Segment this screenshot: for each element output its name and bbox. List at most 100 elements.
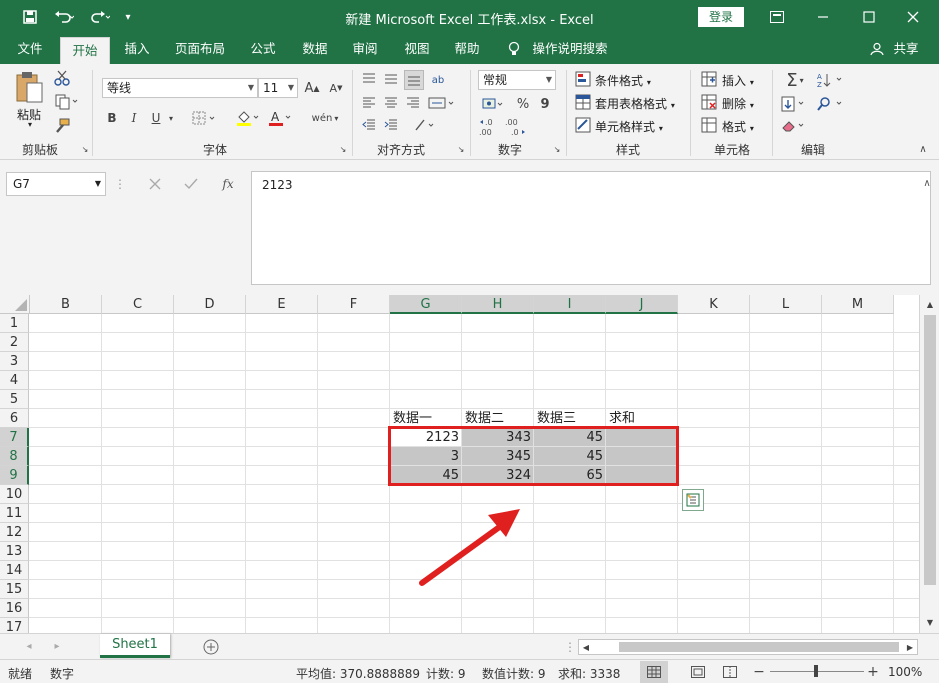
underline-button[interactable]: U xyxy=(148,108,164,128)
column-header-h[interactable]: H xyxy=(462,295,534,314)
percent-button[interactable]: % xyxy=(514,94,532,114)
column-header-b[interactable]: B xyxy=(30,295,102,314)
font-launcher-icon[interactable]: ↘ xyxy=(338,144,348,154)
format-cells-icon[interactable] xyxy=(700,116,718,134)
increase-indent-icon[interactable] xyxy=(382,116,400,134)
fill-icon[interactable] xyxy=(780,94,810,114)
cell-styles-button[interactable]: 单元格样式 ▾ xyxy=(595,118,663,135)
text-direction-icon[interactable] xyxy=(412,116,440,134)
font-color-icon[interactable]: A xyxy=(266,108,296,128)
page-break-view-icon[interactable] xyxy=(716,661,744,683)
horizontal-scrollbar[interactable]: ◀ ▶ xyxy=(578,639,918,655)
align-bottom-icon[interactable] xyxy=(404,70,424,90)
insert-function-button[interactable]: fx xyxy=(216,174,240,194)
copy-icon[interactable] xyxy=(52,92,82,112)
borders-icon[interactable] xyxy=(190,108,220,128)
row-header-10[interactable]: 10 xyxy=(0,485,29,504)
formula-input[interactable]: 2123 xyxy=(251,171,931,285)
add-sheet-icon[interactable] xyxy=(202,638,220,656)
vertical-scrollbar[interactable]: ▲ ▼ xyxy=(919,295,939,633)
italic-button[interactable]: I xyxy=(126,108,142,128)
tab-file[interactable]: 文件 xyxy=(6,34,54,64)
alignment-launcher-icon[interactable]: ↘ xyxy=(456,144,466,154)
row-header-5[interactable]: 5 xyxy=(0,390,29,409)
scroll-right-icon[interactable]: ▶ xyxy=(905,642,915,652)
row-header-9[interactable]: 9 xyxy=(0,466,29,485)
number-launcher-icon[interactable]: ↘ xyxy=(552,144,562,154)
decrease-indent-icon[interactable] xyxy=(360,116,378,134)
autosum-icon[interactable]: Σ ▾ xyxy=(780,70,810,91)
row-header-15[interactable]: 15 xyxy=(0,580,29,599)
font-name-combo[interactable]: 等线 ▼ xyxy=(102,78,258,98)
column-header-g[interactable]: G xyxy=(390,295,462,314)
customize-toolbar-icon[interactable]: ▾ xyxy=(120,7,136,27)
tab-view[interactable]: 视图 xyxy=(394,34,440,64)
tab-data[interactable]: 数据 xyxy=(292,34,338,64)
column-header-k[interactable]: K xyxy=(678,295,750,314)
vertical-scroll-thumb[interactable] xyxy=(924,315,936,585)
page-layout-view-icon[interactable] xyxy=(684,661,712,683)
row-header-2[interactable]: 2 xyxy=(0,333,29,352)
insert-cells-icon[interactable] xyxy=(700,70,718,88)
column-header-l[interactable]: L xyxy=(750,295,822,314)
row-header-1[interactable]: 1 xyxy=(0,314,29,333)
tab-help[interactable]: 帮助 xyxy=(444,34,490,64)
undo-icon[interactable] xyxy=(50,7,78,27)
sort-filter-icon[interactable]: AZ xyxy=(816,70,846,90)
align-top-icon[interactable] xyxy=(360,70,378,88)
accounting-format-icon[interactable] xyxy=(480,94,508,114)
tab-insert[interactable]: 插入 xyxy=(114,34,160,64)
save-icon[interactable] xyxy=(20,7,40,27)
login-button[interactable]: 登录 xyxy=(698,7,744,27)
row-header-12[interactable]: 12 xyxy=(0,523,29,542)
decrease-decimal-icon[interactable]: .00.0 xyxy=(504,116,528,138)
column-header-e[interactable]: E xyxy=(246,295,318,314)
sheet-tab-sheet1[interactable]: Sheet1 xyxy=(100,634,170,658)
font-size-combo[interactable]: 11 ▼ xyxy=(258,78,298,98)
horizontal-scroll-thumb[interactable] xyxy=(619,642,899,652)
format-painter-icon[interactable] xyxy=(52,116,72,136)
find-select-icon[interactable] xyxy=(816,94,846,114)
merge-center-icon[interactable] xyxy=(426,94,458,112)
align-left-icon[interactable] xyxy=(360,94,378,112)
format-cells-button[interactable]: 格式 ▾ xyxy=(722,118,754,135)
tab-review[interactable]: 审阅 xyxy=(342,34,388,64)
column-header-f[interactable]: F xyxy=(318,295,390,314)
row-header-3[interactable]: 3 xyxy=(0,352,29,371)
insert-cells-button[interactable]: 插入 ▾ xyxy=(722,72,754,89)
conditional-format-icon[interactable] xyxy=(574,70,592,88)
tab-formulas[interactable]: 公式 xyxy=(240,34,286,64)
cell-styles-icon[interactable] xyxy=(574,116,592,134)
scroll-up-icon[interactable]: ▲ xyxy=(924,299,936,309)
minimize-icon[interactable] xyxy=(806,5,840,29)
phonetic-icon[interactable]: wén ▾ xyxy=(310,106,340,130)
delete-cells-button[interactable]: 删除 ▾ xyxy=(722,95,754,112)
align-right-icon[interactable] xyxy=(404,94,422,112)
column-header-m[interactable]: M xyxy=(822,295,894,314)
tab-page-layout[interactable]: 页面布局 xyxy=(168,34,232,64)
increase-decimal-icon[interactable]: .0.00 xyxy=(478,116,502,138)
redo-icon[interactable] xyxy=(86,7,114,27)
tab-home[interactable]: 开始 xyxy=(60,37,110,64)
collapse-ribbon-icon[interactable]: ∧ xyxy=(916,142,930,156)
zoom-in-icon[interactable]: + xyxy=(866,664,880,680)
quick-analysis-icon[interactable] xyxy=(682,489,704,511)
cut-icon[interactable] xyxy=(52,68,72,88)
next-sheet-icon[interactable]: ▸ xyxy=(50,639,64,653)
paste-dropdown-icon[interactable]: ▾ xyxy=(28,120,32,129)
status-sum[interactable]: 求和: 3338 xyxy=(558,665,620,682)
row-header-14[interactable]: 14 xyxy=(0,561,29,580)
name-box[interactable]: G7 ▼ xyxy=(6,172,106,196)
shrink-font-icon[interactable]: A ▼ xyxy=(326,78,346,98)
column-header-c[interactable]: C xyxy=(102,295,174,314)
clipboard-launcher-icon[interactable]: ↘ xyxy=(80,144,90,154)
normal-view-icon[interactable] xyxy=(640,661,668,683)
status-numeric-count[interactable]: 数值计数: 9 xyxy=(482,665,546,682)
zoom-level[interactable]: 100% xyxy=(888,665,922,679)
row-header-7[interactable]: 7 xyxy=(0,428,29,447)
worksheet-grid[interactable]: B C D E F G H I J K L M 1 2 3 4 5 6 7 8 9 10 11 12 13 14 15 16 17 数据一… xyxy=(0,295,939,633)
row-header-17[interactable]: 17 xyxy=(0,618,29,633)
column-header-j[interactable]: J xyxy=(606,295,678,314)
tab-split-grip-icon[interactable]: ⋮ xyxy=(564,638,576,656)
select-all-corner[interactable] xyxy=(0,295,30,314)
